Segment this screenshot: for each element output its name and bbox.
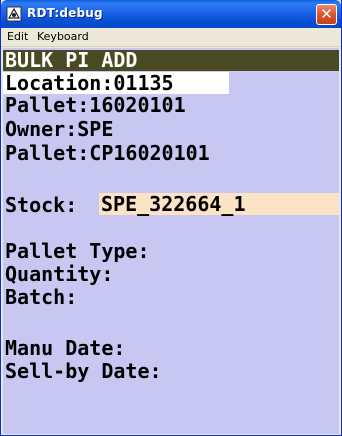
stock-label: Stock:	[5, 193, 78, 217]
window-title: RDT:debug	[27, 6, 103, 20]
menu-item-edit[interactable]: Edit	[7, 30, 28, 43]
sell-by-date-line: Sell-by Date:	[5, 359, 162, 383]
app-icon	[6, 6, 22, 22]
stock-input[interactable]: SPE_322664_1	[99, 193, 339, 215]
stock-value: SPE_322664_1	[101, 192, 246, 216]
location-line: Location:01135	[5, 71, 174, 95]
pallet-line: Pallet:16020101	[5, 93, 186, 117]
batch-line: Batch:	[5, 285, 78, 309]
pallet-type-line: Pallet Type:	[5, 239, 150, 263]
menu-item-keyboard[interactable]: Keyboard	[37, 30, 89, 43]
close-button[interactable]: ✕	[316, 4, 337, 25]
menu-bar: Edit Keyboard	[1, 28, 341, 47]
pallet-cp-line: Pallet:CP16020101	[5, 141, 210, 165]
title-bar[interactable]: RDT:debug ✕	[1, 0, 341, 28]
heading-text: BULK PI ADD	[5, 48, 138, 72]
close-icon: ✕	[320, 5, 333, 23]
owner-line: Owner:SPE	[5, 117, 114, 141]
quantity-line: Quantity:	[5, 262, 114, 286]
screen-heading: BULK PI ADD	[3, 50, 339, 71]
manu-date-line: Manu Date:	[5, 336, 126, 360]
terminal-screen: BULK PI ADD Location:01135 Pallet:160201…	[3, 48, 339, 434]
rdt-window: RDT:debug ✕ Edit Keyboard BULK PI ADD Lo…	[0, 0, 342, 436]
